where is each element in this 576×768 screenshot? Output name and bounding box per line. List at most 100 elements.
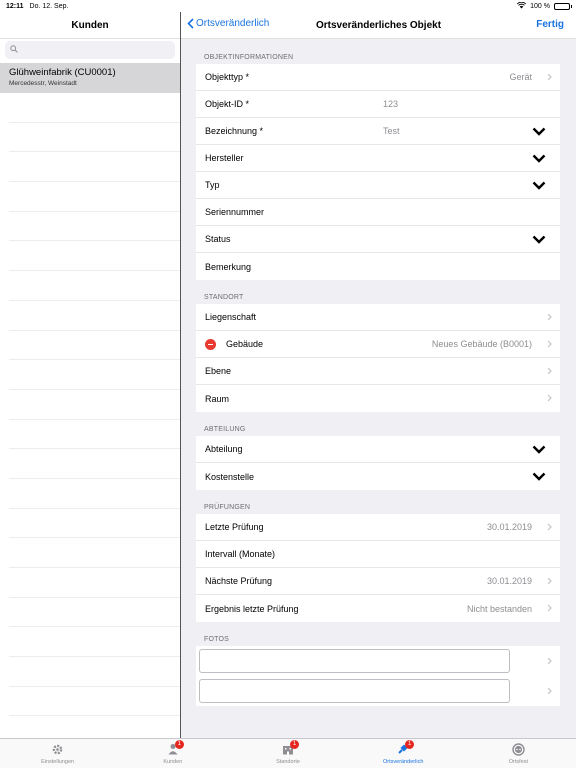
- row-label: Nächste Prüfung: [205, 576, 273, 586]
- tab-kunden[interactable]: 1 Kunden: [115, 739, 230, 768]
- row-liegenschaft[interactable]: Liegenschaft: [196, 304, 560, 331]
- row-value: Neues Gebäude (B0001): [431, 339, 532, 349]
- customer-list-item[interactable]: Glühweinfabrik (CU0001) Mercedesstr, Wei…: [0, 63, 180, 93]
- section-header-abteilung: ABTEILUNG: [204, 426, 246, 433]
- object-form: OBJEKTINFORMATIONEN Objekttyp * Gerät Ob…: [181, 40, 576, 738]
- row-gebaeude[interactable]: Gebäude Neues Gebäude (B0001): [196, 331, 560, 358]
- row-abteilung[interactable]: Abteilung: [196, 436, 560, 463]
- tab-label: Kunden: [163, 759, 183, 765]
- chevron-right-icon: [547, 340, 552, 348]
- customer-address: Mercedesstr, Weinstadt: [9, 80, 77, 87]
- row-value: 30.01.2019: [486, 576, 532, 586]
- row-status[interactable]: Status: [196, 226, 560, 253]
- row-hersteller[interactable]: Hersteller: [196, 145, 560, 172]
- row-ebene[interactable]: Ebene: [196, 358, 560, 385]
- chevron-down-icon[interactable]: [532, 472, 546, 481]
- tab-ortsfest[interactable]: Ortsfest: [461, 739, 576, 768]
- row-label: Status: [205, 234, 231, 244]
- search-icon: [10, 45, 18, 53]
- chevron-down-icon[interactable]: [532, 127, 546, 136]
- tab-bar: Einstellungen 1 Kunden 1 Standorte 1 Ort…: [0, 738, 576, 768]
- row-label: Letzte Prüfung: [205, 522, 264, 532]
- photo-row[interactable]: [196, 646, 560, 676]
- row-letzte-pruefung[interactable]: Letzte Prüfung 30.01.2019: [196, 514, 560, 541]
- row-kostenstelle[interactable]: Kostenstelle: [196, 463, 560, 490]
- row-ergebnis[interactable]: Ergebnis letzte Prüfung Nicht bestanden: [196, 595, 560, 622]
- chevron-down-icon[interactable]: [532, 445, 546, 454]
- badge: 1: [174, 740, 184, 749]
- section-header-fotos: FOTOS: [204, 636, 229, 643]
- row-intervall[interactable]: Intervall (Monate): [196, 541, 560, 568]
- customer-name: Glühweinfabrik (CU0001): [9, 67, 116, 78]
- group-abteilung: Abteilung Kostenstelle: [196, 436, 560, 490]
- row-label: Bemerkung: [205, 261, 252, 272]
- status-bar: 12:11 Do. 12. Sep. 100 %: [0, 0, 576, 12]
- chevron-down-icon[interactable]: [532, 154, 546, 163]
- row-bemerkung[interactable]: Bemerkung: [196, 253, 560, 280]
- photo-field[interactable]: [199, 649, 510, 673]
- search-input[interactable]: [21, 41, 171, 59]
- group-objekt: Objekttyp * Gerät Objekt-ID * 123 Bezeic…: [196, 64, 560, 280]
- page-title: Ortsveränderliches Objekt: [315, 20, 442, 31]
- row-label: Typ: [205, 180, 220, 190]
- search-bar: [0, 39, 180, 63]
- row-label: Seriennummer: [205, 207, 265, 217]
- tab-ortsveraenderlich[interactable]: 1 Ortsveränderlich: [346, 739, 461, 768]
- status-time: 12:11: [6, 2, 24, 10]
- done-button[interactable]: Fertig: [536, 19, 564, 30]
- chevron-down-icon[interactable]: [532, 181, 546, 190]
- tab-label: Einstellungen: [41, 759, 75, 765]
- chevron-right-icon: [547, 523, 552, 531]
- chevron-right-icon: [547, 604, 552, 612]
- group-fotos: [196, 646, 560, 706]
- row-label: Kostenstelle: [205, 471, 255, 482]
- row-objekttyp[interactable]: Objekttyp * Gerät: [196, 64, 560, 91]
- row-label: Gebäude: [226, 339, 264, 349]
- section-header-pruefungen: PRÜFUNGEN: [204, 504, 251, 511]
- badge: 1: [405, 740, 415, 749]
- split-divider: [180, 12, 181, 740]
- row-naechste-pruefung[interactable]: Nächste Prüfung 30.01.2019: [196, 568, 560, 595]
- row-label: Hersteller: [205, 153, 244, 163]
- customer-list-empty: [0, 93, 180, 747]
- row-typ[interactable]: Typ: [196, 172, 560, 199]
- chevron-right-icon: [547, 367, 552, 375]
- chevron-right-icon: [547, 313, 552, 321]
- status-right: 100 %: [517, 1, 572, 11]
- row-value: Gerät: [509, 72, 532, 82]
- tab-label: Ortsveränderlich: [383, 759, 424, 765]
- gear-icon: [51, 742, 65, 756]
- row-bezeichnung[interactable]: Bezeichnung * Test: [196, 118, 560, 145]
- bezeichnung-input[interactable]: Test: [383, 126, 400, 136]
- row-label: Ebene: [205, 366, 232, 376]
- search-box[interactable]: [5, 41, 175, 59]
- row-objekt-id[interactable]: Objekt-ID * 123: [196, 91, 560, 118]
- person-icon: 1: [166, 740, 184, 756]
- chevron-right-icon: [547, 577, 552, 585]
- status-date: Do. 12. Sep.: [29, 2, 69, 10]
- group-pruefungen: Letzte Prüfung 30.01.2019 Intervall (Mon…: [196, 514, 560, 622]
- chevron-right-icon: [547, 394, 552, 402]
- chevron-right-icon: [547, 687, 552, 695]
- row-raum[interactable]: Raum: [196, 385, 560, 412]
- section-header-standort: STANDORT: [204, 294, 244, 301]
- photo-field[interactable]: [199, 679, 510, 703]
- delete-icon[interactable]: [205, 338, 216, 350]
- row-seriennummer[interactable]: Seriennummer: [196, 199, 560, 226]
- row-label: Abteilung: [205, 444, 243, 454]
- photo-row[interactable]: [196, 676, 560, 706]
- tab-label: Ortsfest: [508, 759, 529, 765]
- section-header-objekt: OBJEKTINFORMATIONEN: [204, 54, 294, 61]
- wifi-icon: [517, 1, 527, 11]
- objekt-id-input[interactable]: 123: [383, 99, 398, 109]
- tab-standorte[interactable]: 1 Standorte: [230, 739, 345, 768]
- tab-label: Standorte: [276, 759, 300, 765]
- row-label: Bezeichnung *: [205, 126, 264, 136]
- socket-icon: [511, 742, 525, 756]
- chevron-down-icon[interactable]: [532, 235, 546, 244]
- customers-pane: Kunden Glühweinfabrik (CU0001) Mercedess…: [0, 12, 180, 747]
- tab-einstellungen[interactable]: Einstellungen: [0, 739, 115, 768]
- row-label: Objekttyp *: [205, 72, 250, 82]
- row-label: Ergebnis letzte Prüfung: [205, 603, 299, 614]
- row-label: Raum: [205, 393, 230, 404]
